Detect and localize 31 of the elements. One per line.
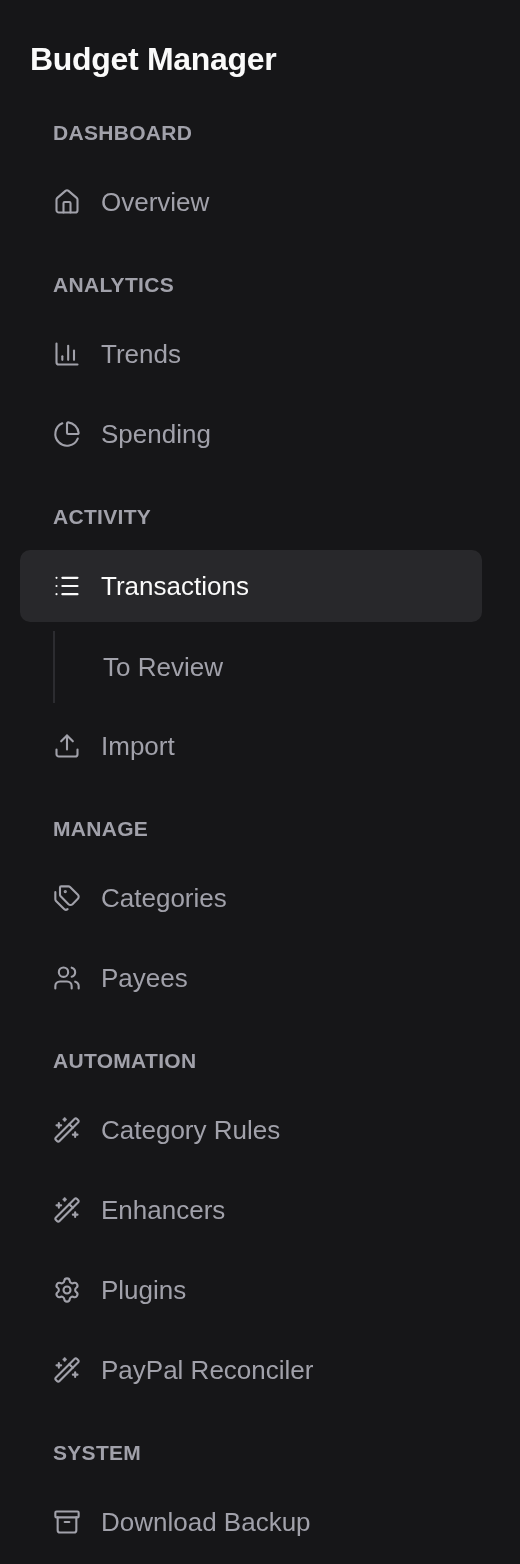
section-heading: MANAGE <box>53 816 149 842</box>
magic-wand-icon <box>53 1116 81 1144</box>
section-heading: DASHBOARD <box>53 120 193 146</box>
section-heading: SYSTEM <box>53 1440 142 1466</box>
nav-item[interactable]: Trends <box>20 318 482 390</box>
nav-item[interactable]: Enhancers <box>20 1174 482 1246</box>
nav-item[interactable]: Spending <box>20 398 482 470</box>
pie-chart-icon <box>53 420 81 448</box>
archive-icon <box>53 1508 81 1536</box>
house-icon <box>53 188 81 216</box>
nav-item[interactable]: Categories <box>20 862 482 934</box>
bar-chart-icon <box>53 340 81 368</box>
nav-item[interactable]: Overview <box>20 166 482 238</box>
magic-wand-icon <box>53 1356 81 1384</box>
nav-item[interactable]: Plugins <box>20 1254 482 1326</box>
section-heading: ANALYTICS <box>53 272 174 298</box>
nav-item[interactable]: Download Backup <box>20 1486 482 1558</box>
upload-icon <box>53 732 81 760</box>
tags-icon <box>53 884 81 912</box>
section-heading: AUTOMATION <box>53 1048 197 1074</box>
nav-item[interactable]: Payees <box>20 942 482 1014</box>
nav-item[interactable]: Transactions <box>20 550 482 622</box>
nav-item[interactable]: Import <box>20 710 482 782</box>
nav-item[interactable]: Category Rules <box>20 1094 482 1166</box>
nav-item[interactable]: PayPal Reconciler <box>20 1334 482 1406</box>
users-icon <box>53 964 81 992</box>
magic-wand-icon <box>53 1196 81 1224</box>
nav-subitem[interactable]: To Review <box>55 631 482 703</box>
app-title: Budget Manager <box>30 40 277 79</box>
section-heading: ACTIVITY <box>53 504 152 530</box>
settings-icon <box>53 1276 81 1304</box>
